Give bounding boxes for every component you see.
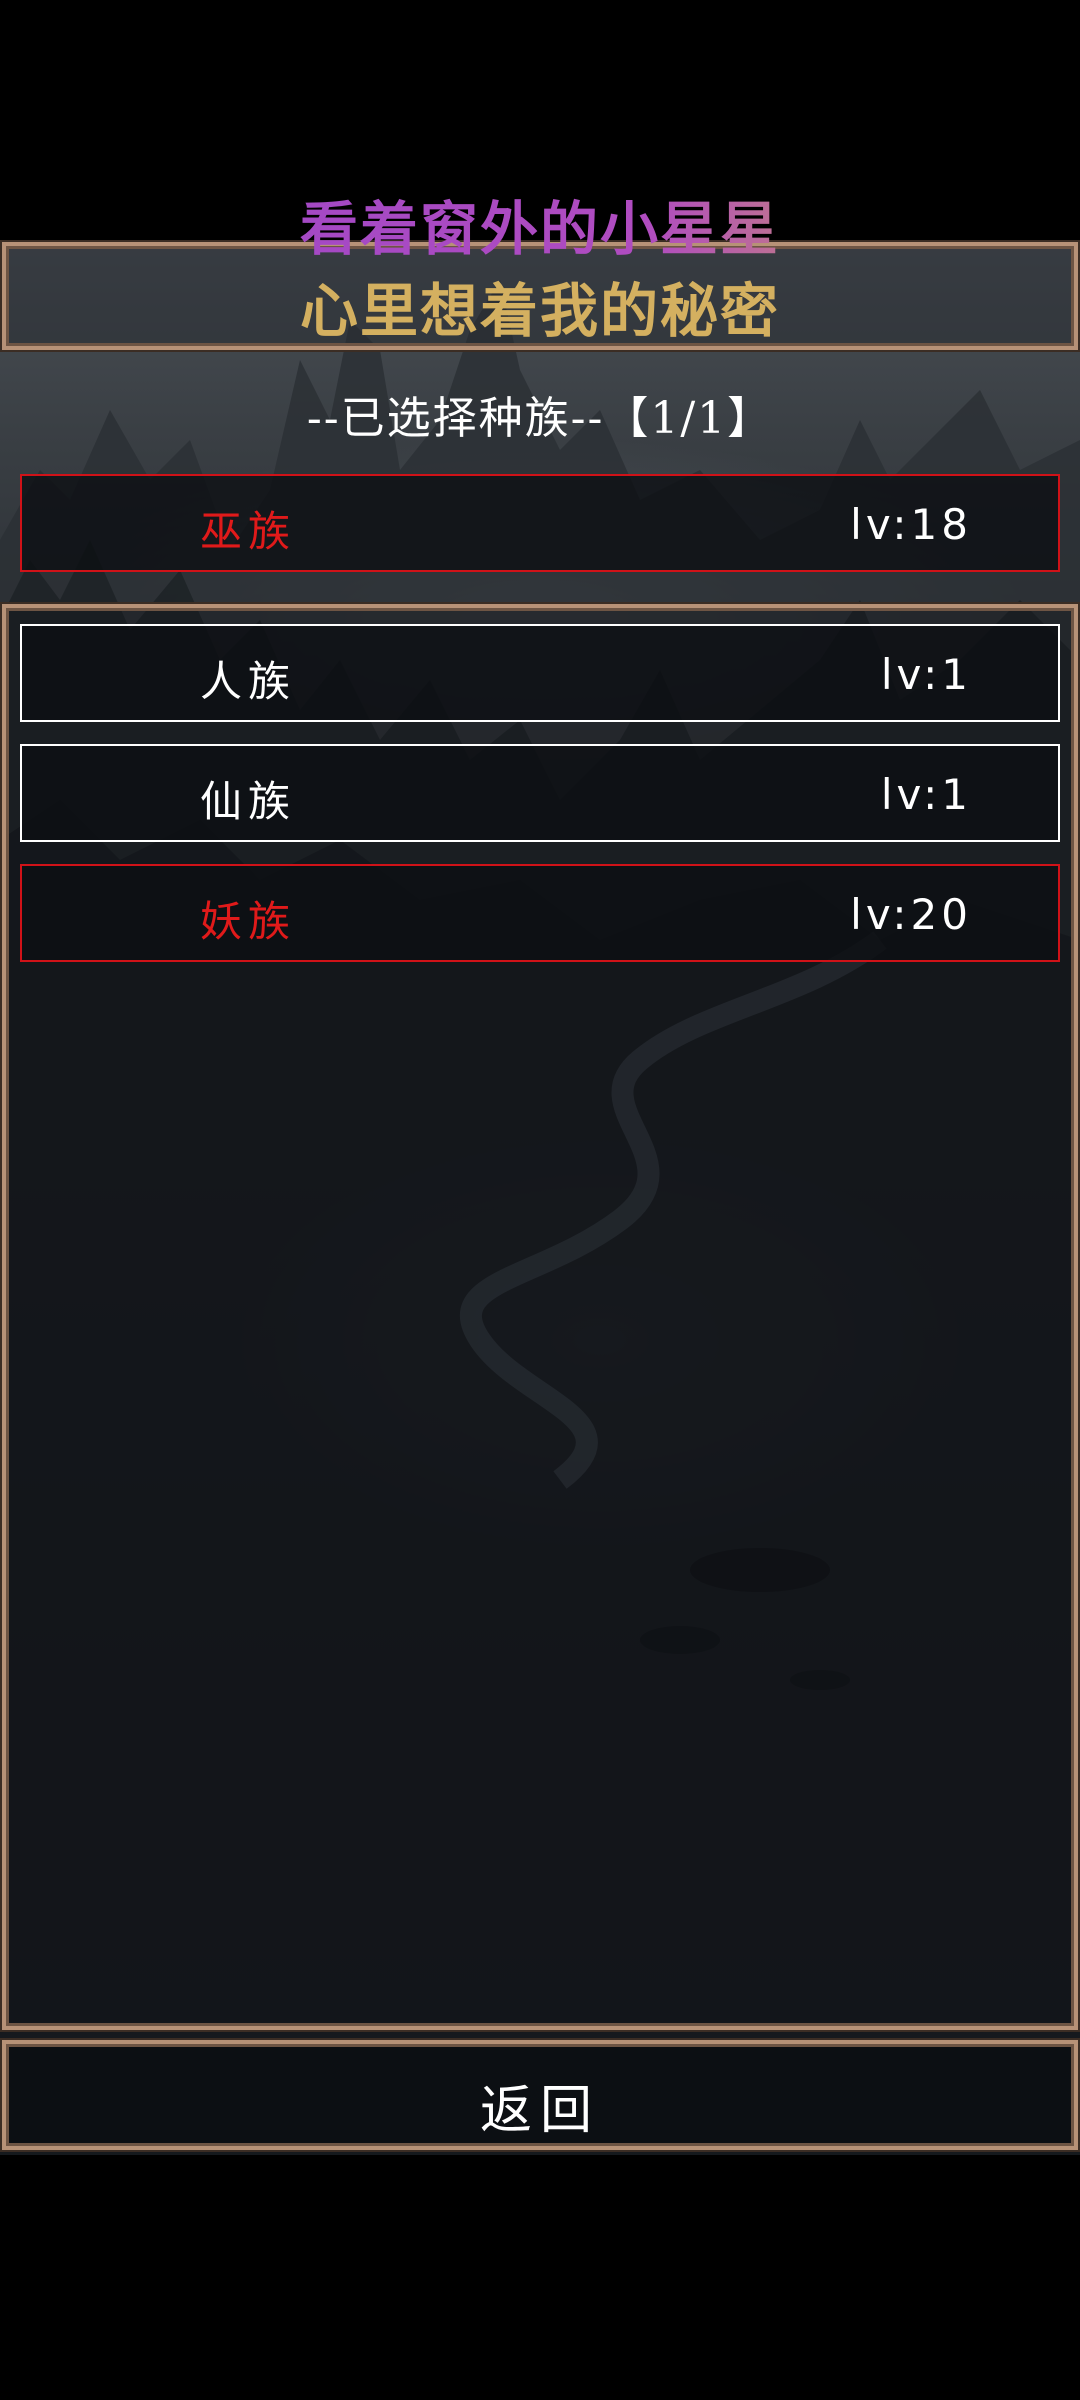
race-name: 人族: [200, 657, 297, 706]
back-button[interactable]: 返回: [2, 2040, 1078, 2150]
race-level: lv:1: [880, 770, 972, 819]
title-line-1: 看着窗外的小星星: [0, 182, 1080, 266]
race-name: 妖族: [200, 897, 297, 946]
race-level: lv:18: [850, 500, 972, 549]
race-row-immortal[interactable]: 仙族 lv:1: [20, 744, 1060, 842]
selected-race-header: --已选择种族--【1/1】: [306, 393, 774, 444]
selected-race-row[interactable]: 巫族 lv:18: [20, 474, 1060, 572]
race-name: 巫族: [200, 507, 297, 556]
game-screen: 看着窗外的小星星 心里想着我的秘密 --已选择种族--【1/1】 巫族 lv:1…: [0, 0, 1080, 2400]
race-level: lv:20: [850, 890, 972, 939]
race-row-demon[interactable]: 妖族 lv:20: [20, 864, 1060, 962]
title-line-2: 心里想着我的秘密: [299, 277, 780, 345]
race-name: 仙族: [200, 777, 297, 826]
race-row-human[interactable]: 人族 lv:1: [20, 624, 1060, 722]
race-level: lv:1: [880, 650, 972, 699]
back-button-label: 返回: [479, 2081, 600, 2141]
